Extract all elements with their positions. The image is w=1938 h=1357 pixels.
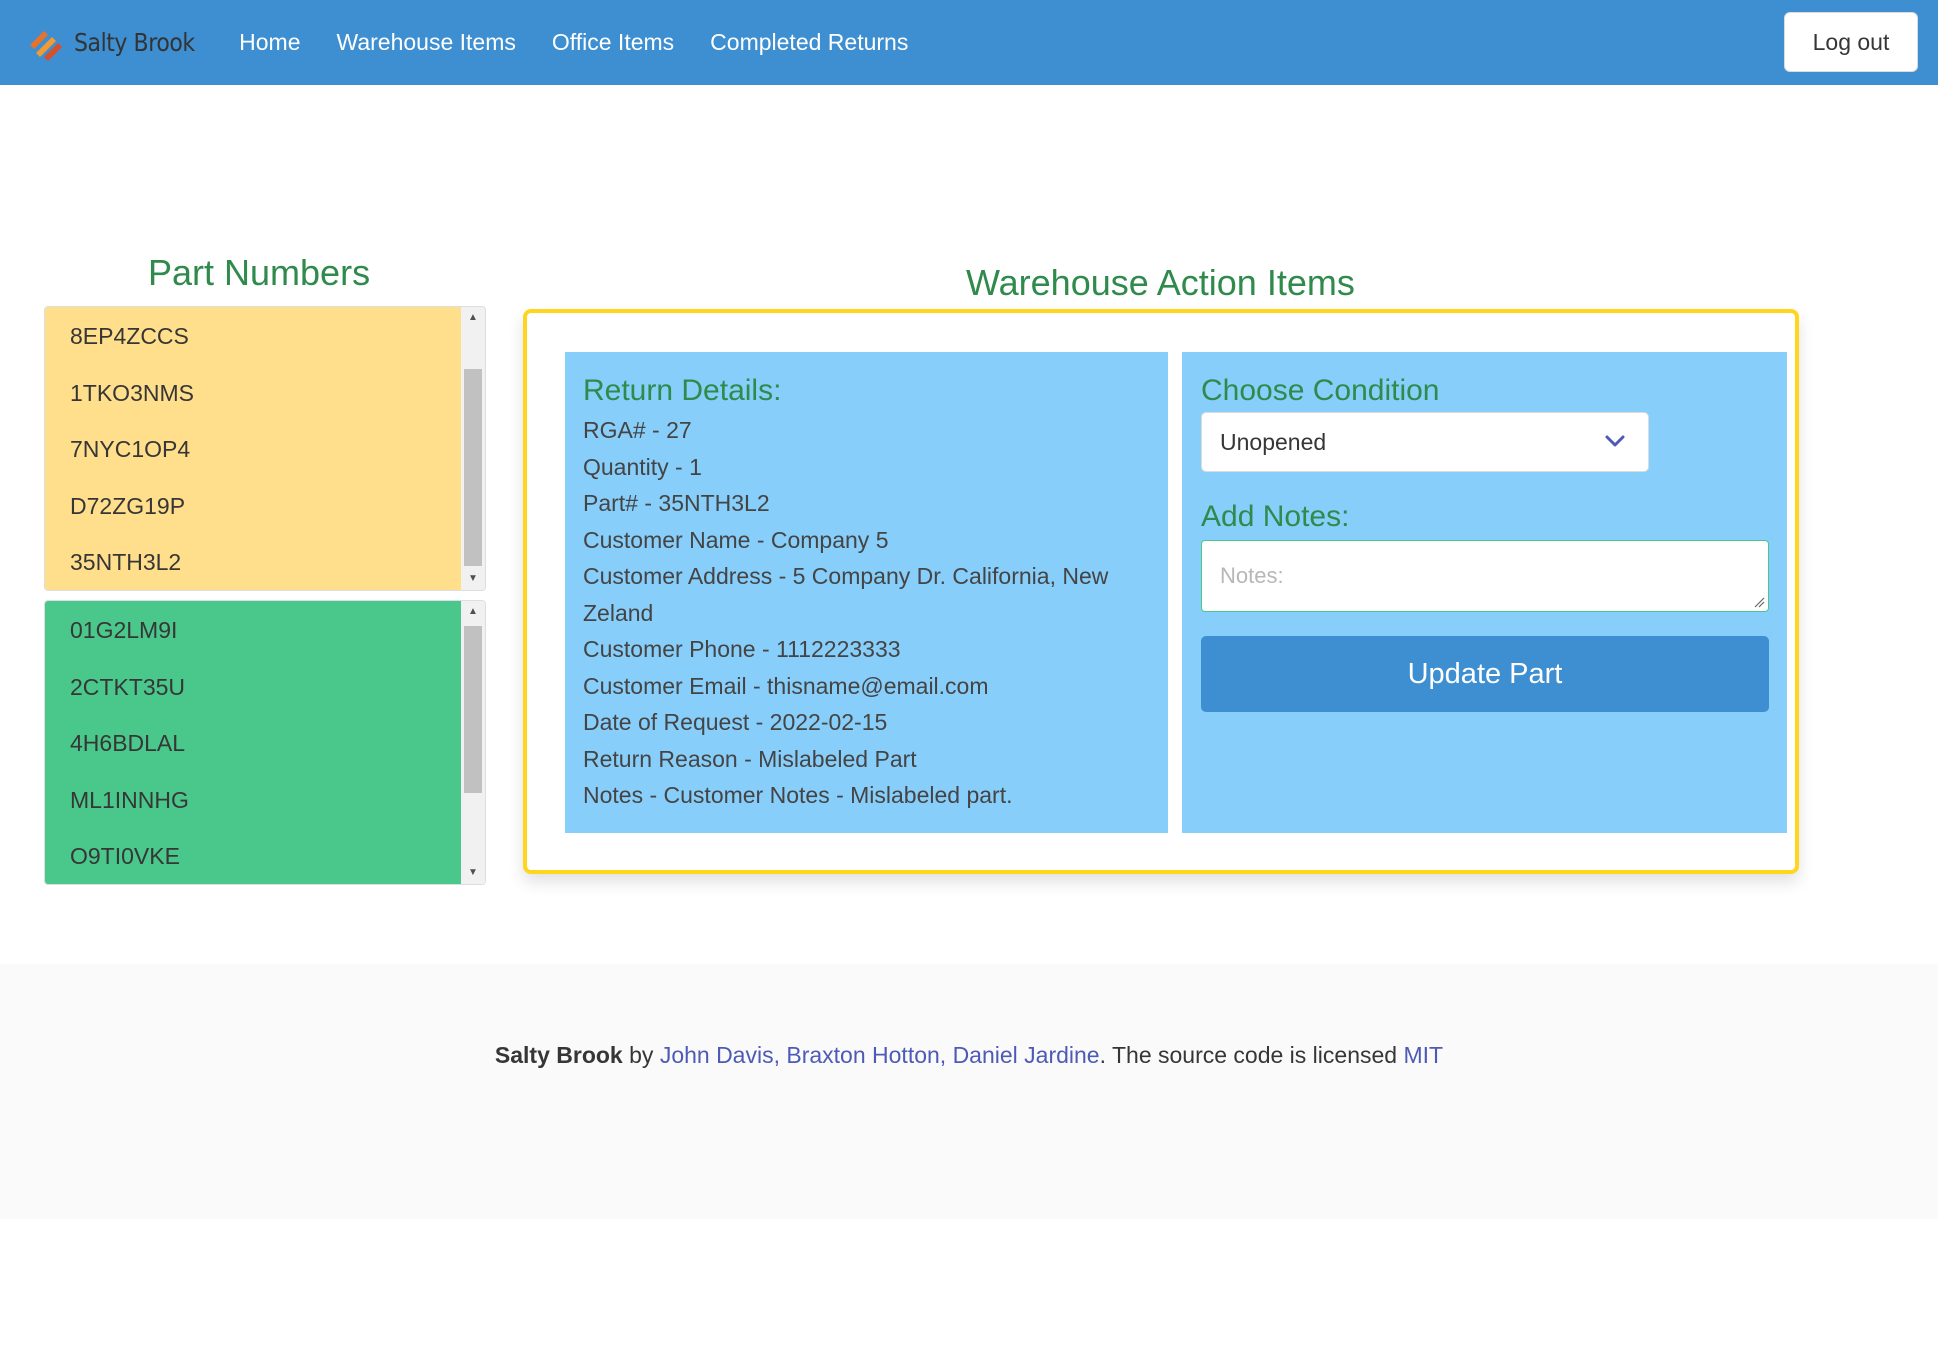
detail-notes: Notes - Customer Notes - Mislabeled part… [583,782,1013,808]
list-item[interactable]: 2CTKT35U [45,670,462,727]
scroll-thumb[interactable] [464,369,482,566]
list-item[interactable]: 8EP4ZCCS [45,319,462,376]
update-part-button[interactable]: Update Part [1201,636,1769,712]
completed-list-scrollbar[interactable]: ▲ ▼ [461,601,485,884]
footer: Salty Brook by John Davis, Braxton Hotto… [0,964,1938,1219]
scroll-up-icon[interactable]: ▲ [461,603,485,621]
scroll-thumb[interactable] [464,626,482,793]
footer-brand: Salty Brook [494,1042,623,1068]
detail-request-date: Date of Request - 2022-02-15 [583,709,888,735]
list-item[interactable]: 1TKO3NMS [45,376,462,433]
scroll-down-icon[interactable]: ▼ [461,570,485,588]
pending-parts-items: 8EP4ZCCS 1TKO3NMS 7NYC1OP4 D72ZG19P 35NT… [45,307,462,590]
list-item[interactable]: 7NYC1OP4 [45,432,462,489]
brand[interactable]: Salty Brook [26,0,211,85]
condition-panel: Choose Condition Unopened Add Notes: Not… [1182,352,1787,833]
return-details-panel: Return Details: RGA# - 27 Quantity - 1 P… [565,352,1168,833]
completed-parts-items: 01G2LM9I 2CTKT35U 4H6BDLAL ML1INNHG O9TI… [45,601,462,884]
nav-item-completed-returns[interactable]: Completed Returns [692,29,926,56]
chevron-down-icon [1605,435,1625,447]
part-numbers-title: Part Numbers [148,252,371,293]
footer-text: Salty Brook by John Davis, Braxton Hotto… [0,1042,1938,1069]
nav-menu: Home Warehouse Items Office Items Comple… [221,29,926,56]
nav-item-office-items[interactable]: Office Items [534,29,692,56]
list-item[interactable]: 01G2LM9I [45,613,462,670]
warehouse-action-title: Warehouse Action Items [966,262,1355,303]
brand-name: Salty Brook [74,28,195,57]
detail-part-number: Part# - 35NTH3L2 [583,490,770,516]
scroll-down-icon[interactable]: ▼ [461,864,485,882]
condition-select[interactable]: Unopened [1201,412,1649,472]
list-item[interactable]: 4H6BDLAL [45,726,462,783]
detail-rga: RGA# - 27 [583,417,692,443]
scroll-up-icon[interactable]: ▲ [461,309,485,327]
list-item[interactable]: O9TI0VKE [45,839,462,884]
footer-license-text: . The source code is licensed [1099,1042,1404,1068]
condition-select-value: Unopened [1220,428,1327,455]
detail-return-reason: Return Reason - Mislabeled Part [583,745,917,772]
footer-authors-link[interactable]: John Davis, Braxton Hotton, Daniel Jardi… [660,1042,1100,1068]
pending-list-scrollbar[interactable]: ▲ ▼ [461,307,485,590]
footer-by: by [622,1042,660,1068]
logout-button[interactable]: Log out [1784,12,1918,72]
list-item[interactable]: 35NTH3L2 [45,545,462,590]
nav-item-home[interactable]: Home [221,29,318,56]
detail-customer-email: Customer Email - thisname@email.com [583,672,989,699]
navbar: Salty Brook Home Warehouse Items Office … [0,0,1938,85]
add-notes-title: Add Notes: [1201,500,1350,533]
notes-placeholder: Notes: [1220,563,1284,588]
list-item[interactable]: D72ZG19P [45,489,462,546]
detail-customer-name: Customer Name - Company 5 [583,526,889,553]
completed-parts-list[interactable]: 01G2LM9I 2CTKT35U 4H6BDLAL ML1INNHG O9TI… [44,600,486,885]
detail-customer-phone: Customer Phone - 1112223333 [583,636,901,662]
notes-textarea[interactable]: Notes: [1201,540,1769,612]
detail-customer-address: Customer Address - 5 Company Dr. Califor… [583,563,1109,626]
choose-condition-title: Choose Condition [1201,374,1440,407]
nav-item-warehouse-items[interactable]: Warehouse Items [319,29,534,56]
list-item[interactable]: ML1INNHG [45,783,462,840]
footer-license-link[interactable]: MIT [1403,1042,1443,1068]
detail-quantity: Quantity - 1 [583,453,702,480]
return-details-title: Return Details: [583,374,782,407]
pending-parts-list[interactable]: 8EP4ZCCS 1TKO3NMS 7NYC1OP4 D72ZG19P 35NT… [44,306,486,591]
resize-handle-icon[interactable] [1753,596,1765,608]
brand-logo-icon [30,30,62,61]
